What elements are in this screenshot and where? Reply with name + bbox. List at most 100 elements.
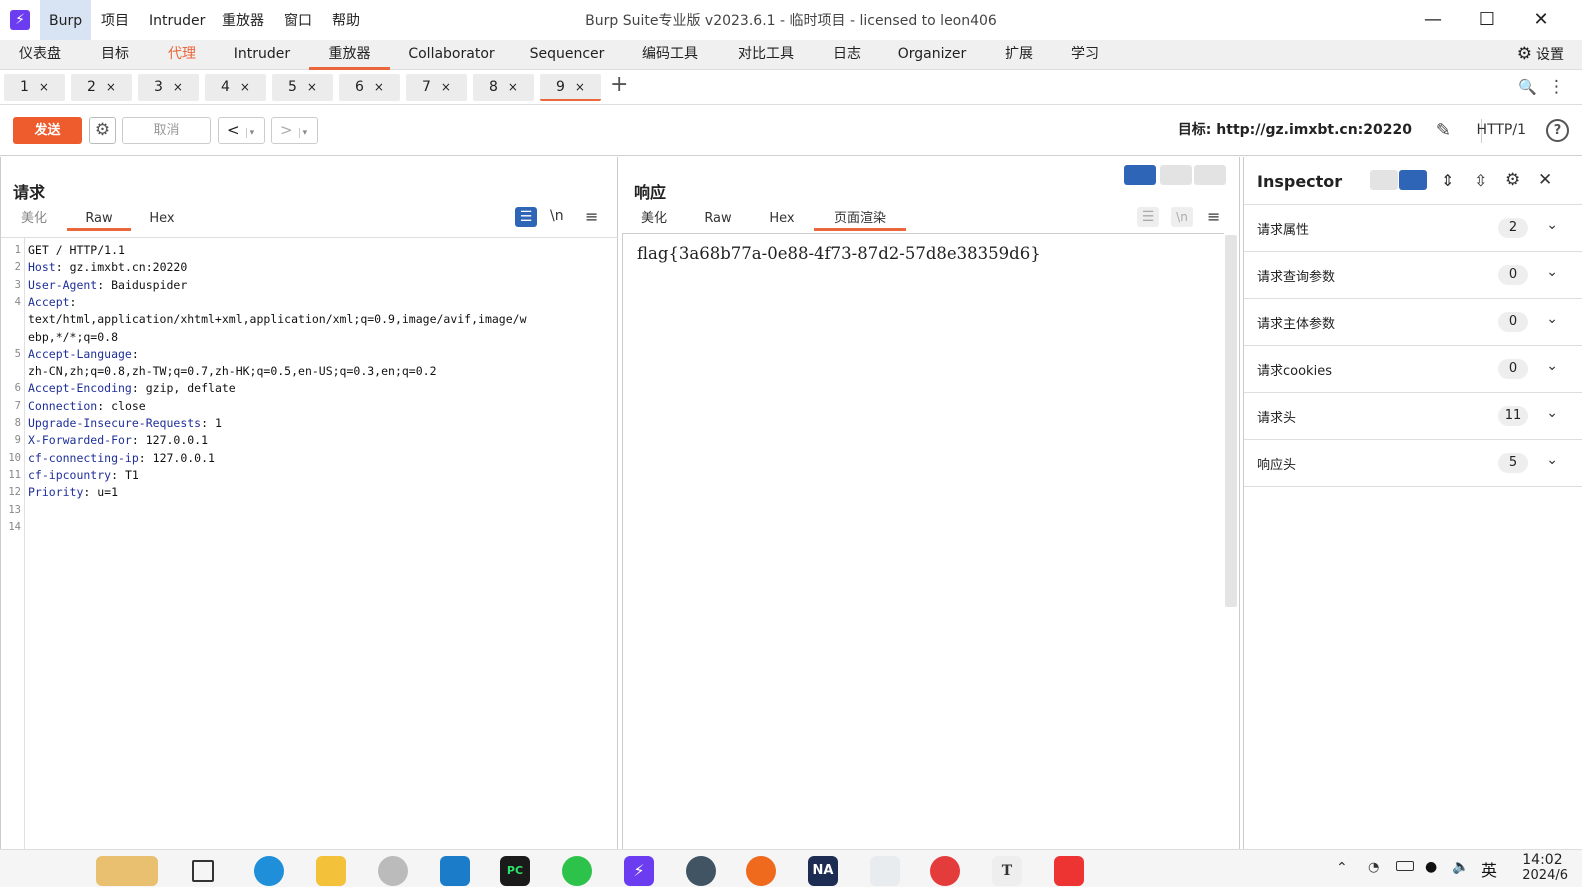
task-view-icon[interactable] xyxy=(192,860,214,882)
tray-expand-chevron-up-icon[interactable]: ⌃ xyxy=(1336,860,1348,876)
menu-burp[interactable]: Burp xyxy=(40,0,92,40)
collapse-all-icon[interactable]: ⇳ xyxy=(1474,171,1487,190)
close-tab-icon[interactable]: × xyxy=(173,80,183,94)
layout-stacked-icon[interactable] xyxy=(1160,165,1192,185)
layout-tabs-icon[interactable] xyxy=(1194,165,1226,185)
pycharm-icon[interactable]: PC xyxy=(500,856,530,886)
newline-icon[interactable]: \n xyxy=(550,208,564,224)
inspector-layout-left-icon[interactable] xyxy=(1370,170,1398,190)
wifi-icon[interactable]: ◔ xyxy=(1368,860,1379,875)
menu-window[interactable]: 窗口 xyxy=(275,0,321,40)
menu-intruder[interactable]: Intruder xyxy=(140,0,214,40)
inspector-row-request-attributes[interactable]: 请求属性 2 ⌄ xyxy=(1244,205,1582,252)
close-tab-icon[interactable]: × xyxy=(575,80,585,94)
tab-intruder[interactable]: Intruder xyxy=(222,40,302,70)
app-icon[interactable] xyxy=(686,856,716,886)
response-tab-pretty[interactable]: 美化 xyxy=(632,209,676,231)
tab-comparer[interactable]: 对比工具 xyxy=(725,40,807,70)
menu-help[interactable]: 帮助 xyxy=(323,0,369,40)
inspector-settings-gear-icon[interactable]: ⚙ xyxy=(1505,170,1520,190)
repeater-tab-6[interactable]: 6 × xyxy=(339,74,400,101)
more-options-icon[interactable]: ⋮ xyxy=(1548,77,1565,97)
tab-repeater[interactable]: 重放器 xyxy=(309,40,390,70)
burp-suite-taskbar-icon[interactable]: ⚡ xyxy=(624,856,654,886)
dropdown-icon[interactable]: ▾ xyxy=(245,128,255,138)
response-tab-hex[interactable]: Hex xyxy=(760,209,804,231)
netease-music-icon[interactable] xyxy=(930,856,960,886)
repeater-tab-1[interactable]: 1 × xyxy=(4,74,65,101)
send-settings-gear-icon[interactable]: ⚙ xyxy=(89,117,116,144)
tab-organizer[interactable]: Organizer xyxy=(886,40,978,70)
qq-icon[interactable]: ● xyxy=(1425,859,1437,875)
forward-button[interactable]: > ▾ xyxy=(271,117,318,144)
wechat-icon[interactable] xyxy=(562,856,592,886)
repeater-tab-4[interactable]: 4 × xyxy=(205,74,266,101)
layout-side-by-side-icon[interactable] xyxy=(1124,165,1156,185)
menu-project[interactable]: 项目 xyxy=(92,0,138,40)
widgets-icon[interactable] xyxy=(96,856,158,886)
menu-icon[interactable]: ≡ xyxy=(585,207,598,226)
tab-sequencer[interactable]: Sequencer xyxy=(520,40,614,70)
close-tab-icon[interactable]: × xyxy=(307,80,317,94)
close-tab-icon[interactable]: × xyxy=(106,80,116,94)
edge-browser-icon[interactable] xyxy=(254,856,284,886)
minimize-button[interactable]: — xyxy=(1406,0,1460,40)
tray-clock[interactable]: 14:02 2024/6 xyxy=(1522,852,1568,884)
tab-learn[interactable]: 学习 xyxy=(1060,40,1110,70)
repeater-tab-8[interactable]: 8 × xyxy=(473,74,534,101)
send-button[interactable]: 发送 xyxy=(13,117,82,144)
http-version-selector[interactable]: HTTP/1 xyxy=(1477,117,1526,144)
scrollbar[interactable] xyxy=(1225,235,1237,607)
close-tab-icon[interactable]: × xyxy=(374,80,384,94)
inspector-layout-right-icon[interactable] xyxy=(1399,170,1427,190)
close-tab-icon[interactable]: × xyxy=(508,80,518,94)
menu-repeater[interactable]: 重放器 xyxy=(213,0,273,40)
repeater-tab-3[interactable]: 3 × xyxy=(138,74,199,101)
menu-icon[interactable]: ≡ xyxy=(1207,207,1220,226)
battery-icon[interactable] xyxy=(1396,861,1414,871)
inspector-row-request-headers[interactable]: 请求头 11 ⌄ xyxy=(1244,393,1582,440)
add-tab-icon[interactable]: + xyxy=(610,72,628,97)
tab-dashboard[interactable]: 仪表盘 xyxy=(8,40,72,70)
tab-logger[interactable]: 日志 xyxy=(822,40,872,70)
app-icon[interactable] xyxy=(378,856,408,886)
repeater-tab-2[interactable]: 2 × xyxy=(71,74,132,101)
request-tab-hex[interactable]: Hex xyxy=(139,209,185,231)
file-explorer-icon[interactable] xyxy=(316,856,346,886)
settings-button[interactable]: ⚙ 设置 xyxy=(1517,40,1564,70)
inspector-row-cookies[interactable]: 请求cookies 0 ⌄ xyxy=(1244,346,1582,393)
close-inspector-icon[interactable]: ✕ xyxy=(1538,170,1552,190)
newline-icon[interactable]: \n xyxy=(1171,207,1193,227)
tab-proxy[interactable]: 代理 xyxy=(155,40,209,70)
repeater-tab-7[interactable]: 7 × xyxy=(406,74,467,101)
tab-target[interactable]: 目标 xyxy=(88,40,142,70)
response-tab-render[interactable]: 页面渲染 xyxy=(814,209,906,231)
wps-pdf-icon[interactable] xyxy=(1054,856,1084,886)
navicat-icon[interactable]: NA xyxy=(808,856,838,886)
wrap-lines-icon[interactable]: ☰ xyxy=(1137,207,1159,227)
search-icon[interactable]: 🔍 xyxy=(1518,78,1537,96)
tab-collaborator[interactable]: Collaborator xyxy=(398,40,505,70)
request-editor[interactable]: 1 GET / HTTP/1.1 2 Host: gz.imxbt.cn:20220 3… xyxy=(1,237,618,850)
expand-all-icon[interactable]: ⇕ xyxy=(1441,171,1454,190)
inspector-row-response-headers[interactable]: 响应头 5 ⌄ xyxy=(1244,440,1582,487)
repeater-tab-5[interactable]: 5 × xyxy=(272,74,333,101)
request-tab-raw[interactable]: Raw xyxy=(67,209,131,231)
back-button[interactable]: < ▾ xyxy=(218,117,265,144)
remote-desktop-icon[interactable] xyxy=(440,856,470,886)
close-tab-icon[interactable]: × xyxy=(39,80,49,94)
dropdown-icon[interactable]: ▾ xyxy=(298,128,308,138)
maximize-button[interactable]: ☐ xyxy=(1460,0,1514,40)
help-icon[interactable]: ? xyxy=(1546,119,1569,142)
cancel-button[interactable]: 取消 xyxy=(122,117,211,144)
close-tab-icon[interactable]: × xyxy=(240,80,250,94)
wrap-lines-icon[interactable]: ☰ xyxy=(515,207,537,227)
firefox-icon[interactable] xyxy=(746,856,776,886)
inspector-row-body-params[interactable]: 请求主体参数 0 ⌄ xyxy=(1244,299,1582,346)
repeater-tab-9[interactable]: 9 × xyxy=(540,74,601,101)
edit-target-pencil-icon[interactable]: ✎ xyxy=(1436,117,1451,144)
python-file-icon[interactable] xyxy=(870,856,900,886)
close-tab-icon[interactable]: × xyxy=(441,80,451,94)
response-tab-raw[interactable]: Raw xyxy=(696,209,740,231)
inspector-row-query-params[interactable]: 请求查询参数 0 ⌄ xyxy=(1244,252,1582,299)
